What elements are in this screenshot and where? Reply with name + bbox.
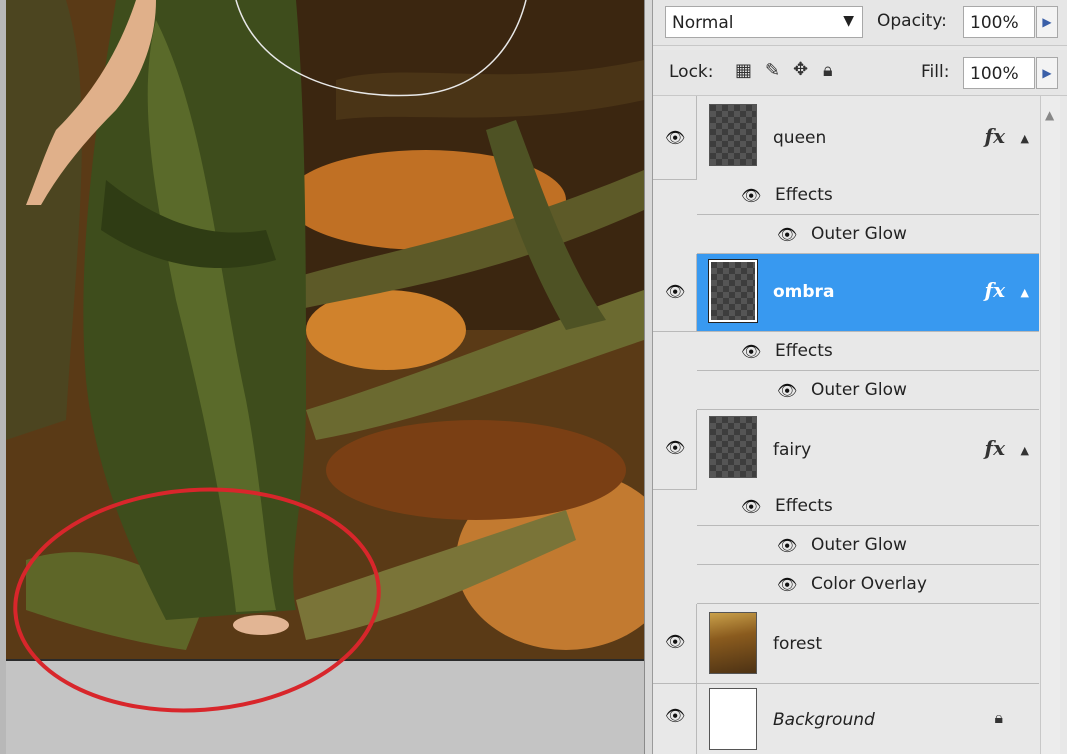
chevron-down-icon: ▼ [843, 13, 854, 29]
effects-row[interactable]: 👁︎ Effects [697, 176, 1039, 215]
move-icon[interactable]: ✥ [793, 59, 808, 80]
fill-label: Fill: [921, 62, 950, 82]
effects-label: Effects [775, 341, 833, 361]
eye-icon[interactable]: 👁︎ [777, 225, 797, 244]
layer-name: fairy [773, 440, 812, 460]
layer-name: Background [773, 710, 875, 730]
layer-thumbnail [709, 612, 757, 674]
layer-row-ombra[interactable]: 👁︎ ombra fx ▲ [653, 254, 1039, 332]
expand-arrow-icon[interactable]: ▲ [1021, 286, 1029, 299]
brush-icon[interactable]: ✎ [765, 60, 780, 81]
layer-row-forest[interactable]: 👁︎ forest [653, 604, 1039, 684]
fx-icon[interactable]: fx [984, 124, 1005, 148]
effects-label: Effects [775, 496, 833, 516]
eye-icon[interactable]: 👁︎ [741, 186, 761, 205]
lock-label: Lock: [669, 62, 714, 82]
panel-divider[interactable] [644, 0, 652, 754]
arrow-right-icon[interactable]: ▶ [1036, 6, 1058, 38]
arrow-right-icon[interactable]: ▶ [1036, 57, 1058, 89]
eye-icon[interactable]: 👁︎ [741, 342, 761, 361]
visibility-toggle[interactable]: 👁︎ [653, 96, 697, 179]
effect-row-outer-glow[interactable]: 👁︎ Outer Glow [697, 371, 1039, 410]
opacity-label: Opacity: [877, 11, 947, 31]
effect-name: Color Overlay [811, 574, 927, 594]
visibility-toggle[interactable]: 👁︎ [653, 604, 697, 683]
layers-list: 👁︎ queen fx ▲ 👁︎ Effects 👁︎ Outer Glow 👁… [653, 96, 1048, 754]
eye-icon[interactable]: 👁︎ [741, 497, 761, 516]
layers-panel: Normal ▼ Opacity: 100% ▶ Lock: ▦ ✎ ✥ 🔒︎ … [652, 0, 1067, 754]
blend-mode-value: Normal [672, 13, 734, 33]
layer-name: forest [773, 634, 822, 654]
layer-row-background[interactable]: 👁︎ Background 🔒︎ [653, 684, 1039, 754]
expand-arrow-icon[interactable]: ▲ [1021, 444, 1029, 457]
eye-icon[interactable]: 👁︎ [665, 282, 685, 301]
lock-icon[interactable]: 🔒︎ [823, 60, 833, 81]
layer-name: ombra [773, 282, 835, 302]
effect-row-outer-glow[interactable]: 👁︎ Outer Glow [697, 526, 1039, 565]
layer-row-queen[interactable]: 👁︎ queen fx ▲ [653, 96, 1039, 180]
layers-scrollbar[interactable] [1040, 96, 1060, 754]
eye-icon[interactable]: 👁︎ [665, 128, 685, 147]
effect-row-outer-glow[interactable]: 👁︎ Outer Glow [697, 215, 1039, 254]
visibility-toggle[interactable]: 👁︎ [653, 684, 697, 754]
visibility-toggle[interactable]: 👁︎ [653, 254, 697, 331]
eye-icon[interactable]: 👁︎ [777, 381, 797, 400]
effect-name: Outer Glow [811, 380, 907, 400]
forest-scene-image [6, 0, 644, 660]
layer-thumbnail [709, 688, 757, 750]
opacity-input[interactable]: 100% [963, 6, 1035, 38]
layer-name: queen [773, 128, 827, 148]
lock-toolbar: Lock: ▦ ✎ ✥ 🔒︎ Fill: 100% ▶ [653, 50, 1067, 96]
eye-icon[interactable]: 👁︎ [665, 632, 685, 651]
layer-thumbnail [709, 416, 757, 478]
effect-row-color-overlay[interactable]: 👁︎ Color Overlay [697, 565, 1039, 604]
blend-mode-select[interactable]: Normal ▼ [665, 6, 863, 38]
visibility-toggle[interactable]: 👁︎ [653, 410, 697, 489]
layer-thumbnail [709, 104, 757, 166]
eye-icon[interactable]: 👁︎ [665, 438, 685, 457]
canvas-image[interactable] [6, 0, 644, 660]
scroll-up-arrow-icon[interactable]: ▲ [1045, 108, 1054, 122]
eye-icon[interactable]: 👁︎ [777, 536, 797, 555]
layer-thumbnail [708, 259, 758, 323]
canvas-area[interactable] [0, 0, 652, 754]
checker-lock-icon[interactable]: ▦ [735, 60, 752, 81]
eye-icon[interactable]: 👁︎ [777, 575, 797, 594]
eye-icon[interactable]: 👁︎ [665, 706, 685, 725]
effects-row[interactable]: 👁︎ Effects [697, 332, 1039, 371]
blend-toolbar: Normal ▼ Opacity: 100% ▶ [653, 0, 1067, 46]
lock-icon: 🔒︎ [994, 708, 1003, 727]
canvas-bottom-edge [6, 659, 644, 661]
effects-label: Effects [775, 185, 833, 205]
effects-row[interactable]: 👁︎ Effects [697, 487, 1039, 526]
expand-arrow-icon[interactable]: ▲ [1021, 132, 1029, 145]
layer-row-fairy[interactable]: 👁︎ fairy fx ▲ [653, 410, 1039, 490]
effect-name: Outer Glow [811, 535, 907, 555]
fill-input[interactable]: 100% [963, 57, 1035, 89]
effect-name: Outer Glow [811, 224, 907, 244]
fx-icon[interactable]: fx [984, 278, 1005, 302]
fx-icon[interactable]: fx [984, 436, 1005, 460]
